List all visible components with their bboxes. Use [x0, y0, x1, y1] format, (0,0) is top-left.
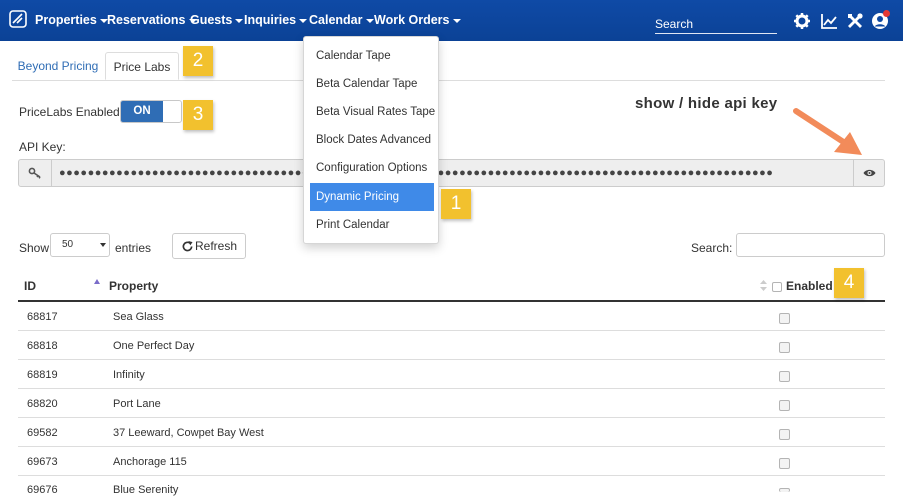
tools-icon[interactable]	[846, 12, 864, 30]
row-property: Blue Serenity	[113, 484, 179, 496]
key-addon	[19, 160, 52, 186]
chevron-down-icon	[100, 243, 106, 247]
row-id: 68818	[27, 340, 58, 352]
row-id: 69673	[27, 456, 58, 468]
notification-dot	[883, 10, 890, 17]
menu-item-block-dates-advanced[interactable]: Block Dates Advanced	[310, 126, 434, 154]
table-row: 68820 Port Lane	[18, 389, 885, 418]
eye-icon	[863, 169, 876, 177]
chart-line-icon[interactable]	[820, 12, 838, 30]
row-enabled-checkbox[interactable]	[779, 429, 790, 440]
nav-guests[interactable]: Guests	[190, 13, 244, 27]
row-property: 37 Leeward, Cowpet Bay West	[113, 427, 264, 439]
col-header-id[interactable]: ID	[24, 279, 36, 293]
api-key-label: API Key:	[19, 140, 66, 154]
table-row: 69582 37 Leeward, Cowpet Bay West	[18, 418, 885, 447]
sort-asc-icon	[94, 279, 100, 284]
calendar-dropdown-menu: Calendar Tape Beta Calendar Tape Beta Vi…	[303, 36, 439, 244]
table-search-input[interactable]	[736, 233, 885, 257]
row-id: 68820	[27, 398, 58, 410]
row-id: 69676	[27, 484, 58, 496]
nav-work-orders[interactable]: Work Orders	[374, 13, 461, 27]
row-id: 68819	[27, 369, 58, 381]
row-id: 69582	[27, 427, 58, 439]
row-enabled-checkbox[interactable]	[779, 371, 790, 382]
entries-label: entries	[115, 241, 152, 255]
refresh-icon	[182, 241, 193, 252]
callout-badge-1: 1	[441, 189, 471, 219]
callout-badge-2: 2	[183, 46, 213, 76]
menu-item-print-calendar[interactable]: Print Calendar	[310, 211, 434, 239]
table-row: 68818 One Perfect Day	[18, 331, 885, 360]
row-enabled-checkbox[interactable]	[779, 342, 790, 353]
gear-icon[interactable]	[793, 12, 811, 30]
annotation-text: show / hide api key	[635, 95, 778, 112]
col-header-property[interactable]: Property	[109, 279, 158, 293]
menu-item-calendar-tape[interactable]: Calendar Tape	[310, 42, 434, 70]
tab-price-labs[interactable]: Price Labs	[105, 52, 179, 80]
row-enabled-checkbox[interactable]	[779, 313, 790, 324]
top-navbar: Properties Reservations Guests Inquiries…	[0, 0, 903, 41]
key-icon	[28, 167, 41, 179]
row-property: Infinity	[113, 369, 145, 381]
row-property: One Perfect Day	[113, 340, 195, 352]
toggle-on-state: ON	[121, 101, 163, 122]
table-row: 69673 Anchorage 115	[18, 447, 885, 476]
show-label: Show	[19, 241, 50, 255]
row-enabled-checkbox[interactable]	[779, 400, 790, 411]
row-property: Sea Glass	[113, 311, 164, 323]
menu-item-configuration-options[interactable]: Configuration Options	[310, 154, 434, 182]
toggle-api-key-visibility[interactable]	[853, 160, 884, 186]
table-row: 68819 Infinity	[18, 360, 885, 389]
callout-badge-4: 4	[834, 268, 864, 298]
row-property: Port Lane	[113, 398, 161, 410]
col-header-enabled[interactable]: Enabled	[786, 279, 833, 293]
row-enabled-checkbox[interactable]	[779, 488, 790, 492]
global-search-input[interactable]	[655, 10, 777, 34]
api-key-input-group: ●●●●●●●●●●●●●●●●●●●●●●●●●●●●●●●●●●●●●●●●…	[18, 159, 885, 187]
menu-item-beta-calendar-tape[interactable]: Beta Calendar Tape	[310, 70, 434, 98]
table-row: 68817 Sea Glass	[18, 302, 885, 331]
row-enabled-checkbox[interactable]	[779, 458, 790, 469]
refresh-label: Refresh	[195, 239, 238, 253]
tab-beyond-pricing[interactable]: Beyond Pricing	[12, 52, 104, 80]
pricelabs-enabled-toggle[interactable]: ON	[120, 100, 182, 123]
menu-item-beta-visual-rates-tape[interactable]: Beta Visual Rates Tape	[310, 98, 435, 126]
menu-item-dynamic-pricing[interactable]: Dynamic Pricing	[310, 183, 434, 211]
app-logo-icon[interactable]	[9, 10, 27, 28]
nav-properties[interactable]: Properties	[35, 13, 108, 27]
enable-all-checkbox[interactable]	[772, 282, 782, 292]
api-key-field[interactable]: ●●●●●●●●●●●●●●●●●●●●●●●●●●●●●●●●●●●●●●●●…	[53, 160, 853, 186]
callout-badge-3: 3	[183, 100, 213, 130]
nav-reservations[interactable]: Reservations	[107, 13, 197, 27]
refresh-button[interactable]: Refresh	[172, 233, 246, 259]
row-id: 68817	[27, 311, 58, 323]
nav-calendar[interactable]: Calendar	[309, 13, 374, 27]
sort-icon	[760, 280, 767, 291]
tab-divider	[12, 80, 885, 81]
table-row: 69676 Blue Serenity	[18, 476, 885, 496]
nav-inquiries[interactable]: Inquiries	[244, 13, 308, 27]
table-search-label: Search:	[691, 241, 733, 255]
annotation-arrow-icon	[793, 108, 862, 155]
row-property: Anchorage 115	[113, 456, 187, 468]
pricelabs-enabled-label: PriceLabs Enabled:	[19, 105, 124, 119]
